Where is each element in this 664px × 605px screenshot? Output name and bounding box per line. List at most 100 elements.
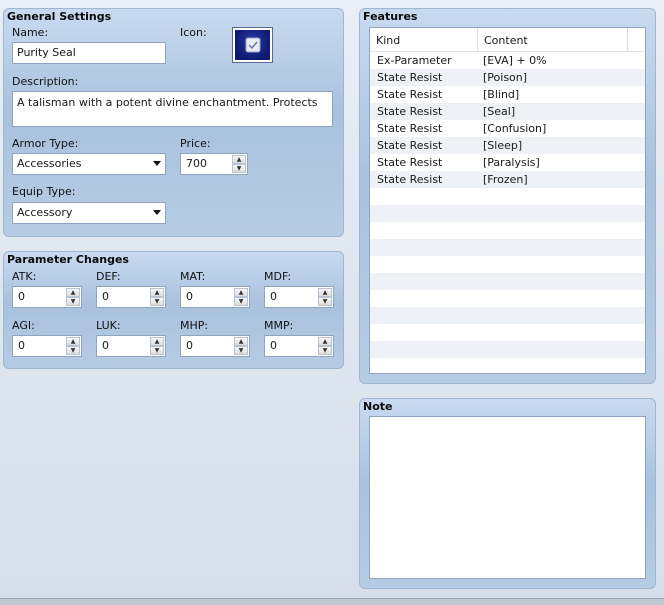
stepper-down-icon[interactable]: ▼ (150, 297, 164, 306)
param-stepper[interactable]: 0 ▲ ▼ (264, 286, 334, 308)
feature-kind: State Resist (377, 139, 443, 152)
param-label: MAT: (180, 270, 206, 283)
param-value: 0 (186, 290, 193, 303)
stepper-down-icon[interactable]: ▼ (150, 346, 164, 355)
feature-row[interactable] (370, 324, 645, 341)
name-field[interactable]: Purity Seal (12, 42, 166, 64)
param-label: DEF: (96, 270, 121, 283)
feature-row[interactable]: State Resist [Sleep] (370, 137, 645, 154)
param-value: 0 (18, 339, 25, 352)
price-label: Price: (180, 137, 211, 150)
feature-content: [EVA] + 0% (483, 54, 547, 67)
param-value: 0 (102, 339, 109, 352)
feature-content: [Blind] (483, 88, 520, 101)
stepper-down-icon[interactable]: ▼ (318, 346, 332, 355)
name-label: Name: (12, 26, 49, 39)
stepper-up-icon[interactable]: ▲ (232, 155, 246, 164)
description-field[interactable]: A talisman with a potent divine enchantm… (12, 91, 333, 127)
note-title: Note (363, 400, 393, 413)
feature-row[interactable]: State Resist [Confusion] (370, 120, 645, 137)
feature-content: [Seal] (483, 105, 516, 118)
feature-kind: State Resist (377, 156, 443, 169)
feature-kind: State Resist (377, 71, 443, 84)
feature-row[interactable] (370, 307, 645, 324)
param-label: ATK: (12, 270, 37, 283)
stepper-up-icon[interactable]: ▲ (234, 337, 248, 346)
param-label: MMP: (264, 319, 294, 332)
feature-kind: State Resist (377, 105, 443, 118)
feature-content: [Frozen] (483, 173, 528, 186)
feature-row[interactable] (370, 188, 645, 205)
stepper-down-icon[interactable]: ▼ (318, 297, 332, 306)
stepper-down-icon[interactable]: ▼ (234, 297, 248, 306)
armor-type-value: Accessories (17, 157, 82, 170)
seal-icon (235, 30, 270, 60)
feature-row[interactable]: State Resist [Seal] (370, 103, 645, 120)
price-stepper[interactable]: 700 ▲ ▼ (180, 153, 248, 175)
feature-kind: State Resist (377, 122, 443, 135)
features-list[interactable]: Kind Content Ex-Parameter [EVA] + 0% State… (369, 27, 646, 374)
feature-rows: Ex-Parameter [EVA] + 0% State Resist [Poiso… (370, 52, 645, 373)
feature-content: [Poison] (483, 71, 528, 84)
feature-row[interactable]: State Resist [Paralysis] (370, 154, 645, 171)
description-label: Description: (12, 75, 79, 88)
feature-row[interactable] (370, 341, 645, 358)
param-stepper[interactable]: 0 ▲ ▼ (180, 286, 250, 308)
feature-row[interactable]: State Resist [Poison] (370, 69, 645, 86)
param-stepper[interactable]: 0 ▲ ▼ (180, 335, 250, 357)
stepper-up-icon[interactable]: ▲ (234, 288, 248, 297)
param-label: MDF: (264, 270, 292, 283)
param-stepper[interactable]: 0 ▲ ▼ (96, 335, 166, 357)
feature-row[interactable] (370, 205, 645, 222)
chevron-down-icon (153, 210, 161, 215)
chevron-down-icon (153, 161, 161, 166)
param-label: AGI: (12, 319, 35, 332)
features-title: Features (363, 10, 418, 23)
parameter-changes-title: Parameter Changes (7, 253, 129, 266)
bottom-divider (0, 598, 664, 605)
column-kind[interactable]: Kind (370, 28, 478, 51)
price-value: 700 (186, 157, 207, 170)
param-stepper[interactable]: 0 ▲ ▼ (96, 286, 166, 308)
equip-type-select[interactable]: Accessory (12, 202, 166, 224)
feature-row[interactable] (370, 222, 645, 239)
feature-content: [Sleep] (483, 139, 523, 152)
feature-content: [Paralysis] (483, 156, 540, 169)
stepper-up-icon[interactable]: ▲ (318, 288, 332, 297)
param-value: 0 (186, 339, 193, 352)
feature-row[interactable] (370, 256, 645, 273)
feature-row[interactable]: State Resist [Frozen] (370, 171, 645, 188)
armor-type-label: Armor Type: (12, 137, 79, 150)
param-value: 0 (270, 290, 277, 303)
feature-kind: Ex-Parameter (377, 54, 452, 67)
feature-row[interactable] (370, 358, 645, 373)
param-stepper[interactable]: 0 ▲ ▼ (12, 286, 82, 308)
armor-type-select[interactable]: Accessories (12, 153, 166, 175)
stepper-up-icon[interactable]: ▲ (66, 337, 80, 346)
stepper-down-icon[interactable]: ▼ (234, 346, 248, 355)
general-settings-title: General Settings (7, 10, 112, 23)
feature-row[interactable] (370, 273, 645, 290)
stepper-up-icon[interactable]: ▲ (318, 337, 332, 346)
feature-row[interactable]: Ex-Parameter [EVA] + 0% (370, 52, 645, 69)
stepper-down-icon[interactable]: ▼ (232, 164, 246, 173)
icon-label: Icon: (180, 26, 207, 39)
note-textarea[interactable] (369, 416, 646, 579)
feature-row[interactable]: State Resist [Blind] (370, 86, 645, 103)
feature-row[interactable] (370, 239, 645, 256)
stepper-up-icon[interactable]: ▲ (150, 337, 164, 346)
feature-kind: State Resist (377, 88, 443, 101)
stepper-up-icon[interactable]: ▲ (150, 288, 164, 297)
param-stepper[interactable]: 0 ▲ ▼ (12, 335, 82, 357)
param-label: LUK: (96, 319, 121, 332)
param-value: 0 (102, 290, 109, 303)
icon-picker[interactable] (232, 27, 273, 63)
stepper-up-icon[interactable]: ▲ (66, 288, 80, 297)
stepper-down-icon[interactable]: ▼ (66, 346, 80, 355)
feature-content: [Confusion] (483, 122, 547, 135)
column-content[interactable]: Content (478, 28, 628, 51)
feature-row[interactable] (370, 290, 645, 307)
param-stepper[interactable]: 0 ▲ ▼ (264, 335, 334, 357)
stepper-down-icon[interactable]: ▼ (66, 297, 80, 306)
equip-type-label: Equip Type: (12, 185, 76, 198)
